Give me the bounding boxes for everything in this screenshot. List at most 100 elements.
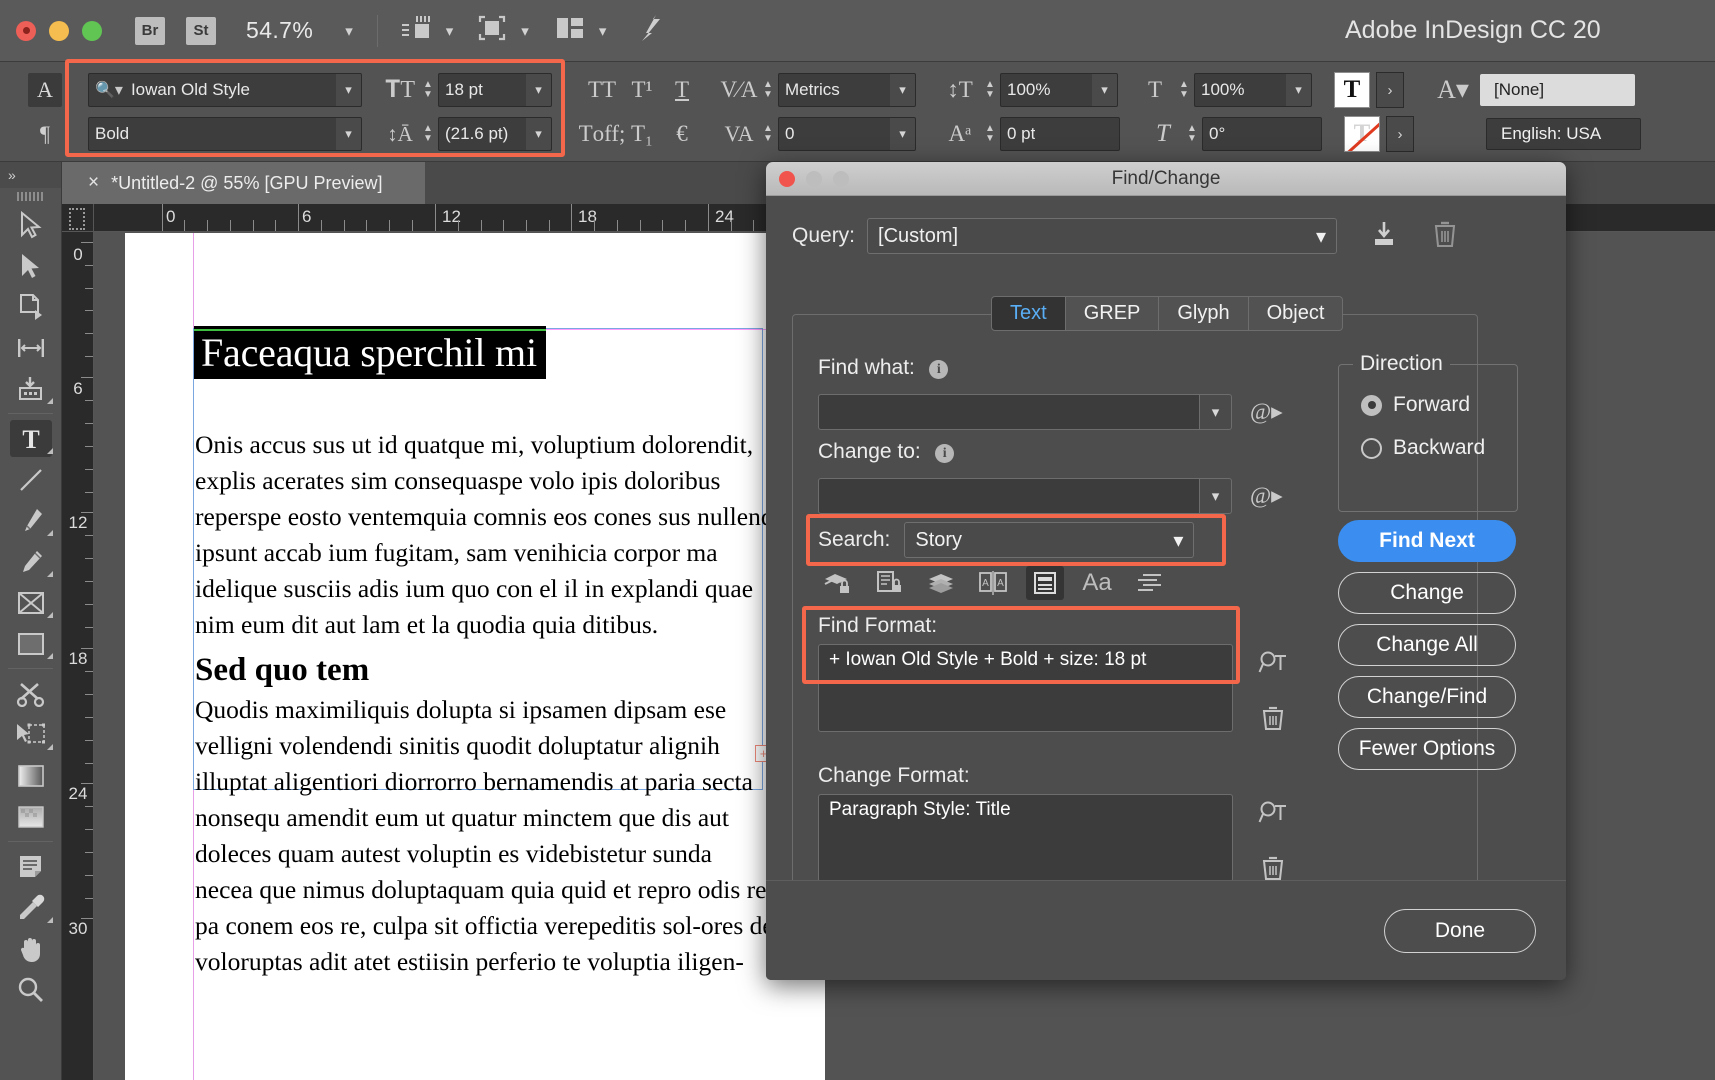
vertical-scale-stepper[interactable]: ▲ ▼ [980,80,1000,100]
underline-icon[interactable]: T [662,77,702,103]
horizontal-scale-combo[interactable]: 100% ▾ [1194,73,1312,107]
selection-tool-icon[interactable] [0,204,62,245]
kerning-stepper[interactable]: ▲ ▼ [758,80,778,100]
include-locked-stories-icon[interactable] [870,566,908,600]
tab-grep[interactable]: GREP [1066,296,1160,331]
include-hidden-layers-icon[interactable] [922,566,960,600]
find-what-input[interactable] [818,394,1200,430]
clear-find-format-icon[interactable] [1260,704,1286,737]
radio-backward-dot[interactable] [1361,438,1382,459]
change-format-box[interactable]: Paragraph Style: Title [818,794,1233,882]
free-transform-tool-icon[interactable] [0,714,62,755]
change-to-special-chars-icon[interactable]: @▸ [1250,483,1283,509]
fill-color-expand-icon[interactable]: › [1376,72,1404,108]
leading-combo[interactable]: (21.6 pt) ▾ [438,117,552,151]
page-tool-icon[interactable] [0,286,62,327]
find-format-box[interactable]: + Iowan Old Style + Bold + size: 18 pt [818,644,1233,732]
hand-tool-icon[interactable] [0,928,62,969]
kerning-dropdown-icon[interactable]: ▾ [890,73,916,107]
ruler-origin[interactable] [62,204,94,232]
font-style-combo[interactable]: Bold ▾ [88,117,362,151]
find-what-special-chars-icon[interactable]: @▸ [1250,399,1283,425]
tools-collapse-button[interactable]: » [0,162,61,188]
radio-forward-dot[interactable] [1361,395,1382,416]
change-to-input[interactable] [818,478,1200,514]
tools-drag-handle[interactable] [0,188,61,204]
minimize-window-button[interactable] [49,21,69,41]
eyedropper-tool-icon[interactable] [0,887,62,928]
view-options-dropdown-icon[interactable]: ▾ [446,22,454,40]
info-icon[interactable]: i [929,360,948,379]
font-style-dropdown-icon[interactable]: ▾ [336,117,362,151]
pen-tool-icon[interactable] [0,500,62,541]
gradient-swatch-tool-icon[interactable] [0,755,62,796]
character-formatting-icon[interactable]: A [28,73,62,107]
type-tool-icon[interactable]: T [0,418,62,459]
paragraph-style-value[interactable]: [None] [1480,74,1635,106]
change-find-button[interactable]: Change/Find [1338,676,1516,718]
frame-tool-icon[interactable] [0,582,62,623]
tracking-combo[interactable]: 0 ▾ [778,117,916,151]
zoom-tool-icon[interactable] [0,969,62,1010]
font-size-combo[interactable]: 18 pt ▾ [438,73,552,107]
vertical-scale-dropdown-icon[interactable]: ▾ [1092,73,1118,107]
rectangle-tool-icon[interactable] [0,623,62,664]
language-value[interactable]: English: USA [1486,118,1641,150]
window-controls[interactable] [16,21,102,41]
search-option-toggles[interactable]: A A Aa [818,566,1168,600]
find-next-button[interactable]: Find Next [1338,520,1516,562]
done-button[interactable]: Done [1384,909,1536,953]
stroke-color-expand-icon[interactable]: › [1386,116,1414,152]
radio-forward[interactable]: Forward [1361,393,1517,417]
delete-query-icon[interactable] [1431,219,1459,254]
publish-online-icon[interactable] [634,13,666,48]
dialog-window-controls[interactable] [779,171,849,187]
screen-mode-icon[interactable] [477,14,507,47]
leading-dropdown-icon[interactable]: ▾ [526,117,552,151]
find-change-dialog[interactable]: Find/Change Query: [Custom] ▾ Text GREP … [766,162,1566,980]
dialog-action-buttons[interactable]: Find Next Change Change All Change/Find … [1338,520,1516,770]
font-size-dropdown-icon[interactable]: ▾ [526,73,552,107]
stock-icon[interactable]: St [186,17,216,45]
pencil-tool-icon[interactable] [0,541,62,582]
whole-word-icon[interactable] [1130,566,1168,600]
small-caps-icon[interactable]: Toff; [582,121,622,147]
gap-tool-icon[interactable] [0,327,62,368]
font-size-stepper[interactable]: ▲ ▼ [418,80,438,100]
tab-text[interactable]: Text [991,296,1066,331]
zoom-level-value[interactable]: 54.7% [246,17,313,44]
info-icon-2[interactable]: i [935,444,954,463]
kerning-combo[interactable]: Metrics ▾ [778,73,916,107]
specify-change-format-icon[interactable] [1258,798,1288,833]
paragraph-formatting-icon[interactable]: ¶ [28,121,62,147]
note-tool-icon[interactable] [0,846,62,887]
save-query-icon[interactable] [1369,219,1399,254]
case-sensitive-icon[interactable]: Aa [1078,566,1116,600]
stroke-color-none-icon[interactable]: T [1344,116,1380,152]
find-what-dropdown-icon[interactable]: ▾ [1200,394,1232,430]
document-tab[interactable]: × *Untitled‑2 @ 55% [GPU Preview] [62,162,426,204]
include-master-pages-icon[interactable]: A A [974,566,1012,600]
skew-stepper[interactable]: ▲ ▼ [1182,124,1202,144]
gradient-feather-tool-icon[interactable] [0,796,62,837]
line-tool-icon[interactable] [0,459,62,500]
content-collector-tool-icon[interactable] [0,368,62,409]
document-body-text[interactable]: Onis accus sus ut id quatque mi, volupti… [195,378,775,980]
search-mode-tabs[interactable]: Text GREP Glyph Object [991,296,1343,331]
horizontal-scale-dropdown-icon[interactable]: ▾ [1286,73,1312,107]
include-footnotes-icon[interactable] [1026,566,1064,600]
fewer-options-button[interactable]: Fewer Options [1338,728,1516,770]
dialog-close-button[interactable] [779,171,795,187]
all-caps-icon[interactable]: TT [582,77,622,103]
vertical-scale-combo[interactable]: 100% ▾ [1000,73,1118,107]
superscript-icon[interactable]: T¹ [622,77,662,103]
tracking-dropdown-icon[interactable]: ▾ [890,117,916,151]
tracking-stepper[interactable]: ▲ ▼ [758,124,778,144]
leading-stepper[interactable]: ▲ ▼ [418,124,438,144]
change-all-button[interactable]: Change All [1338,624,1516,666]
change-to-dropdown-icon[interactable]: ▾ [1200,478,1232,514]
font-family-combo[interactable]: 🔍▾ Iowan Old Style ▾ [88,73,362,107]
dialog-minimize-button[interactable] [806,171,822,187]
skew-value-field[interactable]: 0° [1202,117,1322,151]
tab-object[interactable]: Object [1249,296,1344,331]
